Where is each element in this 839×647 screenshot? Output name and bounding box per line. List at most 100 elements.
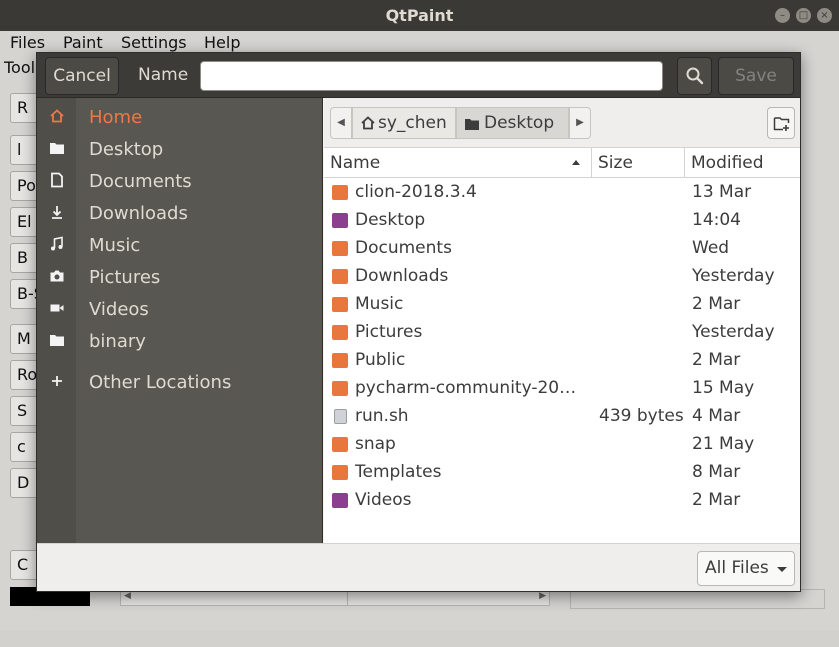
menu-paint[interactable]: Paint xyxy=(63,33,103,52)
file-chooser-dialog: Cancel Name Save Home Desktop Documents … xyxy=(36,52,801,592)
file-row[interactable]: pycharm-community-2019.1.2 15 May xyxy=(324,375,800,403)
menu-settings[interactable]: Settings xyxy=(121,33,187,52)
places-sidebar: Home Desktop Documents Downloads Music P… xyxy=(37,98,323,543)
folder-icon xyxy=(332,381,348,396)
videos-folder-icon xyxy=(332,493,348,508)
file-name: Videos xyxy=(355,490,412,510)
sidebar-item-downloads[interactable]: Downloads xyxy=(37,198,323,230)
column-divider xyxy=(684,148,685,178)
sidebar-item-other-locations[interactable]: Other Locations xyxy=(37,367,323,399)
download-icon xyxy=(47,204,67,224)
file-row[interactable]: run.sh 439 bytes 4 Mar xyxy=(324,403,800,431)
document-icon xyxy=(47,172,67,192)
sidebar-item-desktop[interactable]: Desktop xyxy=(37,134,323,166)
file-name: Public xyxy=(355,350,406,370)
file-name: Pictures xyxy=(355,322,423,342)
path-segment-label: Desktop xyxy=(484,113,555,133)
sidebar-item-music[interactable]: Music xyxy=(37,230,323,262)
sidebar-item-label: binary xyxy=(89,331,146,352)
music-icon xyxy=(47,236,67,256)
new-folder-button[interactable] xyxy=(767,107,795,139)
file-name: pycharm-community-2019.1.2 xyxy=(355,378,585,398)
new-folder-icon xyxy=(773,117,790,131)
column-divider xyxy=(591,148,592,178)
right-panel xyxy=(570,589,825,609)
column-name[interactable]: Name xyxy=(330,153,380,173)
file-modified: 15 May xyxy=(692,378,755,398)
window-title: QtPaint xyxy=(385,6,454,25)
file-row[interactable]: Public 2 Mar xyxy=(324,347,800,375)
file-row[interactable]: Desktop 14:04 xyxy=(324,207,800,235)
file-name: Downloads xyxy=(355,266,449,286)
templates-folder-icon xyxy=(332,465,348,480)
home-icon xyxy=(47,108,67,128)
downloads-folder-icon xyxy=(332,269,348,284)
desktop-folder-icon xyxy=(332,213,348,228)
folder-icon xyxy=(47,332,67,352)
file-size: 439 bytes xyxy=(599,406,684,426)
toolbox-label: Tool xyxy=(4,58,36,77)
cancel-button[interactable]: Cancel xyxy=(45,57,119,95)
file-modified: 21 May xyxy=(692,434,755,454)
file-row[interactable]: snap 21 May xyxy=(324,431,800,459)
path-segment-label: sy_chen xyxy=(378,113,447,133)
column-size[interactable]: Size xyxy=(598,153,633,173)
sidebar-item-documents[interactable]: Documents xyxy=(37,166,323,198)
file-name: Templates xyxy=(355,462,442,482)
scroll-left-icon[interactable]: ◀ xyxy=(124,591,131,601)
path-segment-desktop[interactable]: Desktop xyxy=(456,107,569,139)
dialog-footer: All Files xyxy=(37,543,800,591)
video-icon xyxy=(47,300,67,320)
scroll-right-icon[interactable]: ▶ xyxy=(539,591,546,601)
file-row[interactable]: Pictures Yesterday xyxy=(324,319,800,347)
window-titlebar: QtPaint xyxy=(0,0,839,31)
save-button[interactable]: Save xyxy=(718,57,794,95)
minimize-icon[interactable]: – xyxy=(775,8,790,23)
close-icon[interactable]: × xyxy=(817,8,832,23)
file-modified: 14:04 xyxy=(692,210,741,230)
file-modified: Wed xyxy=(692,238,730,258)
chevron-down-icon xyxy=(777,567,787,572)
file-row[interactable]: Downloads Yesterday xyxy=(324,263,800,291)
file-row[interactable]: clion-2018.3.4 13 Mar xyxy=(324,179,800,207)
file-modified: Yesterday xyxy=(692,322,775,342)
dialog-header: Cancel Name Save xyxy=(37,53,800,98)
file-row[interactable]: Music 2 Mar xyxy=(324,291,800,319)
file-list-pane: ◀ sy_chen Desktop ▶ Name Size Modified c… xyxy=(324,98,800,543)
plus-icon xyxy=(47,373,67,393)
column-modified[interactable]: Modified xyxy=(691,153,764,173)
name-label: Name xyxy=(138,65,189,85)
path-scroll-right-icon[interactable]: ▶ xyxy=(569,107,591,139)
menu-help[interactable]: Help xyxy=(204,33,240,52)
sort-ascending-icon[interactable] xyxy=(572,160,580,165)
sidebar-item-label: Pictures xyxy=(89,267,161,288)
sidebar-item-label: Desktop xyxy=(89,139,164,160)
file-row[interactable]: Documents Wed xyxy=(324,235,800,263)
folder-icon xyxy=(332,437,348,452)
menu-files[interactable]: Files xyxy=(10,33,45,52)
maximize-icon[interactable]: □ xyxy=(796,8,811,23)
file-row[interactable]: Templates 8 Mar xyxy=(324,459,800,487)
file-modified: 4 Mar xyxy=(692,406,741,426)
file-modified: Yesterday xyxy=(692,266,775,286)
path-scroll-left-icon[interactable]: ◀ xyxy=(330,107,352,139)
sidebar-item-videos[interactable]: Videos xyxy=(37,294,323,326)
sidebar-item-pictures[interactable]: Pictures xyxy=(37,262,323,294)
sidebar-item-binary[interactable]: binary xyxy=(37,326,323,358)
folder-icon xyxy=(465,119,479,130)
name-input[interactable] xyxy=(200,61,663,91)
scrollbar-divider xyxy=(347,590,348,605)
file-row[interactable]: Videos 2 Mar xyxy=(324,487,800,515)
sidebar-item-label: Music xyxy=(89,235,141,256)
file-modified: 2 Mar xyxy=(692,490,741,510)
search-button[interactable] xyxy=(677,57,712,95)
sidebar-item-label: Downloads xyxy=(89,203,188,224)
file-filter-dropdown[interactable]: All Files xyxy=(697,551,795,586)
file-name: run.sh xyxy=(355,406,409,426)
sidebar-item-home[interactable]: Home xyxy=(37,102,323,134)
search-icon xyxy=(686,67,704,85)
path-segment-home[interactable]: sy_chen xyxy=(352,107,456,139)
sidebar-item-label: Other Locations xyxy=(89,372,232,393)
documents-folder-icon xyxy=(332,241,348,256)
file-name: clion-2018.3.4 xyxy=(355,182,477,202)
